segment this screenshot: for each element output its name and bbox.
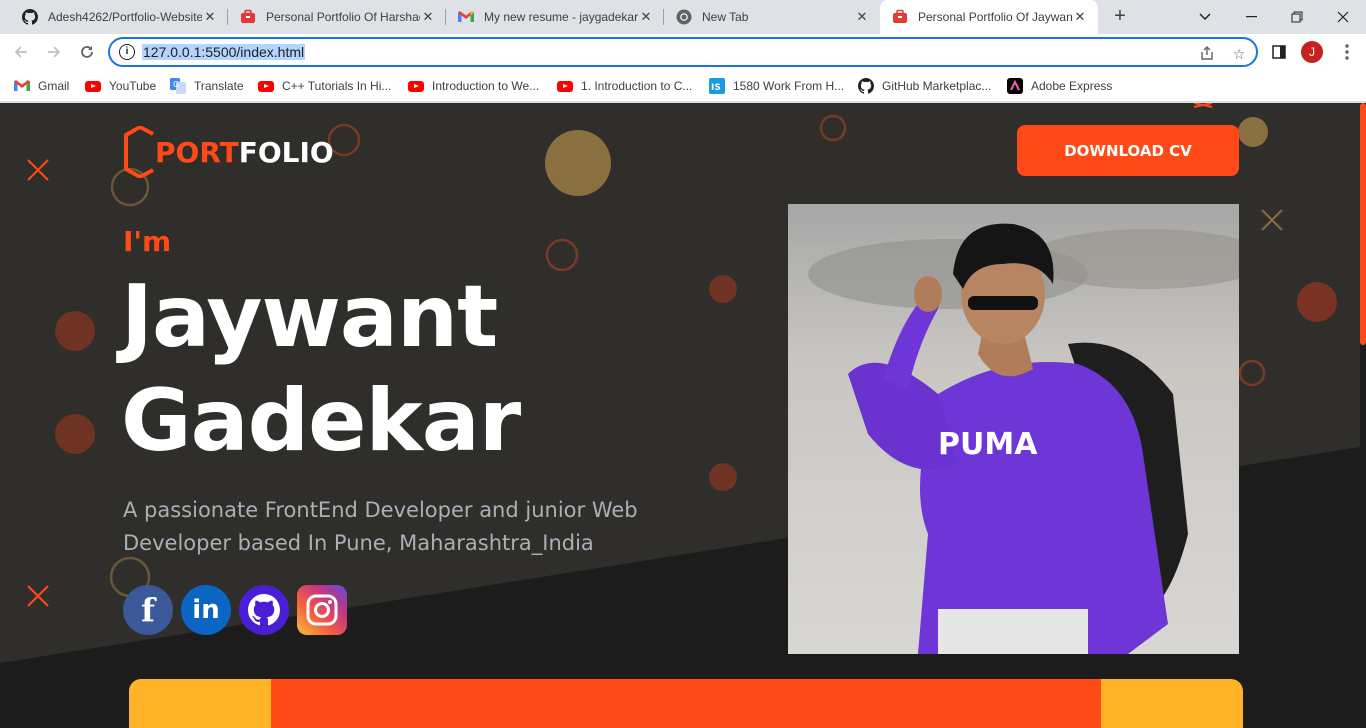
portfolio-page: PORT FOLIO DOWNLOAD CV I'm Jaywant Gadek… [0, 103, 1366, 728]
github-icon [858, 78, 874, 94]
gmail-icon [458, 9, 474, 25]
bookmark-label: Translate [194, 79, 244, 93]
bookmark-label: Adobe Express [1031, 79, 1113, 93]
next-section-card-center [271, 679, 1101, 728]
page-scrollbar[interactable] [1360, 103, 1366, 728]
tab-title: Personal Portfolio Of Jaywant [918, 10, 1072, 24]
restore-icon[interactable] [1274, 0, 1320, 34]
url-text[interactable]: 127.0.0.1:5500/index.html [142, 44, 306, 60]
tab-github[interactable]: Adesh4262/Portfolio-Website ✕ [10, 0, 228, 34]
download-cv-button[interactable]: DOWNLOAD CV [1017, 125, 1239, 176]
bookmark-label: 1. Introduction to C... [581, 79, 693, 93]
translate-icon: G [170, 78, 186, 94]
tab-gmail[interactable]: My new resume - jaygadekar ✕ [446, 0, 664, 34]
facebook-glyph: f [141, 591, 155, 629]
close-icon[interactable]: ✕ [1072, 9, 1088, 25]
bookmark-cpp-tutorials[interactable]: C++ Tutorials In Hi... [258, 76, 391, 96]
tab-title: New Tab [702, 10, 749, 24]
hexagon-logo-icon [124, 126, 154, 178]
close-window-icon[interactable] [1320, 0, 1366, 34]
close-icon[interactable]: ✕ [854, 9, 870, 25]
bookmark-work-from-home[interactable]: IS 1580 Work From H... [709, 76, 844, 96]
bookmark-intro-c[interactable]: 1. Introduction to C... [557, 76, 692, 96]
chrome-icon [676, 9, 692, 25]
address-bar[interactable]: i 127.0.0.1:5500/index.html ☆ [108, 37, 1258, 67]
tab-portfolio-harshad[interactable]: Personal Portfolio Of Harshad ✕ [228, 0, 446, 34]
briefcase-icon [240, 9, 256, 25]
menu-kebab-icon[interactable] [1334, 39, 1360, 65]
bookmark-star-icon[interactable]: ☆ [1230, 45, 1248, 63]
hero-description: A passionate FrontEnd Developer and juni… [123, 498, 638, 555]
forward-arrow-icon[interactable] [41, 39, 67, 65]
share-icon[interactable] [1198, 45, 1216, 63]
tab-search-icon[interactable] [1182, 0, 1228, 34]
bookmark-label: C++ Tutorials In Hi... [282, 79, 392, 93]
profile-photo: PUMA [788, 204, 1239, 654]
scrollbar-thumb[interactable] [1360, 103, 1366, 345]
briefcase-icon [892, 9, 908, 25]
bookmark-adobe-express[interactable]: Adobe Express [1007, 76, 1112, 96]
first-name: Jaywant [121, 267, 498, 367]
bookmark-translate[interactable]: G Translate [170, 76, 244, 96]
site-logo[interactable]: PORT FOLIO [123, 126, 334, 178]
close-icon[interactable]: ✕ [202, 9, 218, 25]
tab-strip: Adesh4262/Portfolio-Website ✕ Personal P… [0, 0, 1366, 34]
instagram-icon[interactable] [297, 585, 347, 635]
bookmark-github-marketplace[interactable]: GitHub Marketplac... [858, 76, 991, 96]
logo-text-part1: PORT [155, 135, 239, 169]
bookmark-youtube[interactable]: YouTube [85, 76, 156, 96]
last-name: Gadekar [121, 371, 521, 471]
new-tab-button[interactable]: + [1108, 4, 1132, 28]
svg-text:IS: IS [711, 83, 721, 93]
is-icon: IS [709, 78, 725, 94]
close-icon[interactable]: ✕ [420, 9, 436, 25]
bookmark-label: GitHub Marketplac... [882, 79, 992, 93]
youtube-icon [408, 78, 424, 94]
bookmark-label: YouTube [109, 79, 157, 93]
back-arrow-icon[interactable] [8, 39, 34, 65]
linkedin-icon[interactable]: in [181, 585, 231, 635]
tab-new-tab[interactable]: New Tab ✕ [664, 0, 880, 34]
profile-avatar[interactable]: J [1301, 41, 1323, 63]
bookmark-label: Introduction to We... [432, 79, 540, 93]
github-icon[interactable] [239, 585, 289, 635]
youtube-icon [258, 78, 274, 94]
side-panel-icon[interactable] [1266, 39, 1292, 65]
tab-title: Personal Portfolio Of Harshad [266, 10, 420, 24]
linkedin-glyph: in [192, 595, 220, 625]
bookmark-gmail[interactable]: Gmail [14, 76, 69, 96]
svg-text:G: G [173, 80, 179, 89]
tab-title: My new resume - jaygadekar [484, 10, 638, 24]
bookmark-intro-web[interactable]: Introduction to We... [408, 76, 539, 96]
site-info-icon[interactable]: i [119, 44, 135, 60]
shirt-print: PUMA [938, 427, 1038, 462]
reload-icon[interactable] [74, 39, 100, 65]
adobe-express-icon [1007, 78, 1023, 94]
close-icon[interactable]: ✕ [638, 9, 654, 25]
gmail-icon [14, 78, 30, 94]
browser-toolbar: i 127.0.0.1:5500/index.html ☆ J [0, 34, 1366, 70]
tab-portfolio-jaywant[interactable]: Personal Portfolio Of Jaywant ✕ [880, 0, 1098, 34]
github-icon [22, 9, 38, 25]
hero-name: Jaywant Gadekar [121, 265, 521, 473]
youtube-icon [557, 78, 573, 94]
greeting-text: I'm [123, 225, 172, 258]
bookmark-label: 1580 Work From H... [733, 79, 845, 93]
youtube-icon [85, 78, 101, 94]
facebook-icon[interactable]: f [123, 585, 173, 635]
instagram-camera-glyph [306, 594, 338, 626]
minimize-icon[interactable] [1228, 0, 1274, 34]
github-octocat-glyph [248, 594, 280, 626]
next-section-card [129, 679, 1243, 728]
tab-title: Adesh4262/Portfolio-Website [48, 10, 202, 24]
bookmark-label: Gmail [38, 79, 70, 93]
bookmarks-bar: Gmail YouTube G Translate C++ Tutorials … [0, 70, 1366, 102]
logo-text-part2: FOLIO [238, 135, 334, 169]
